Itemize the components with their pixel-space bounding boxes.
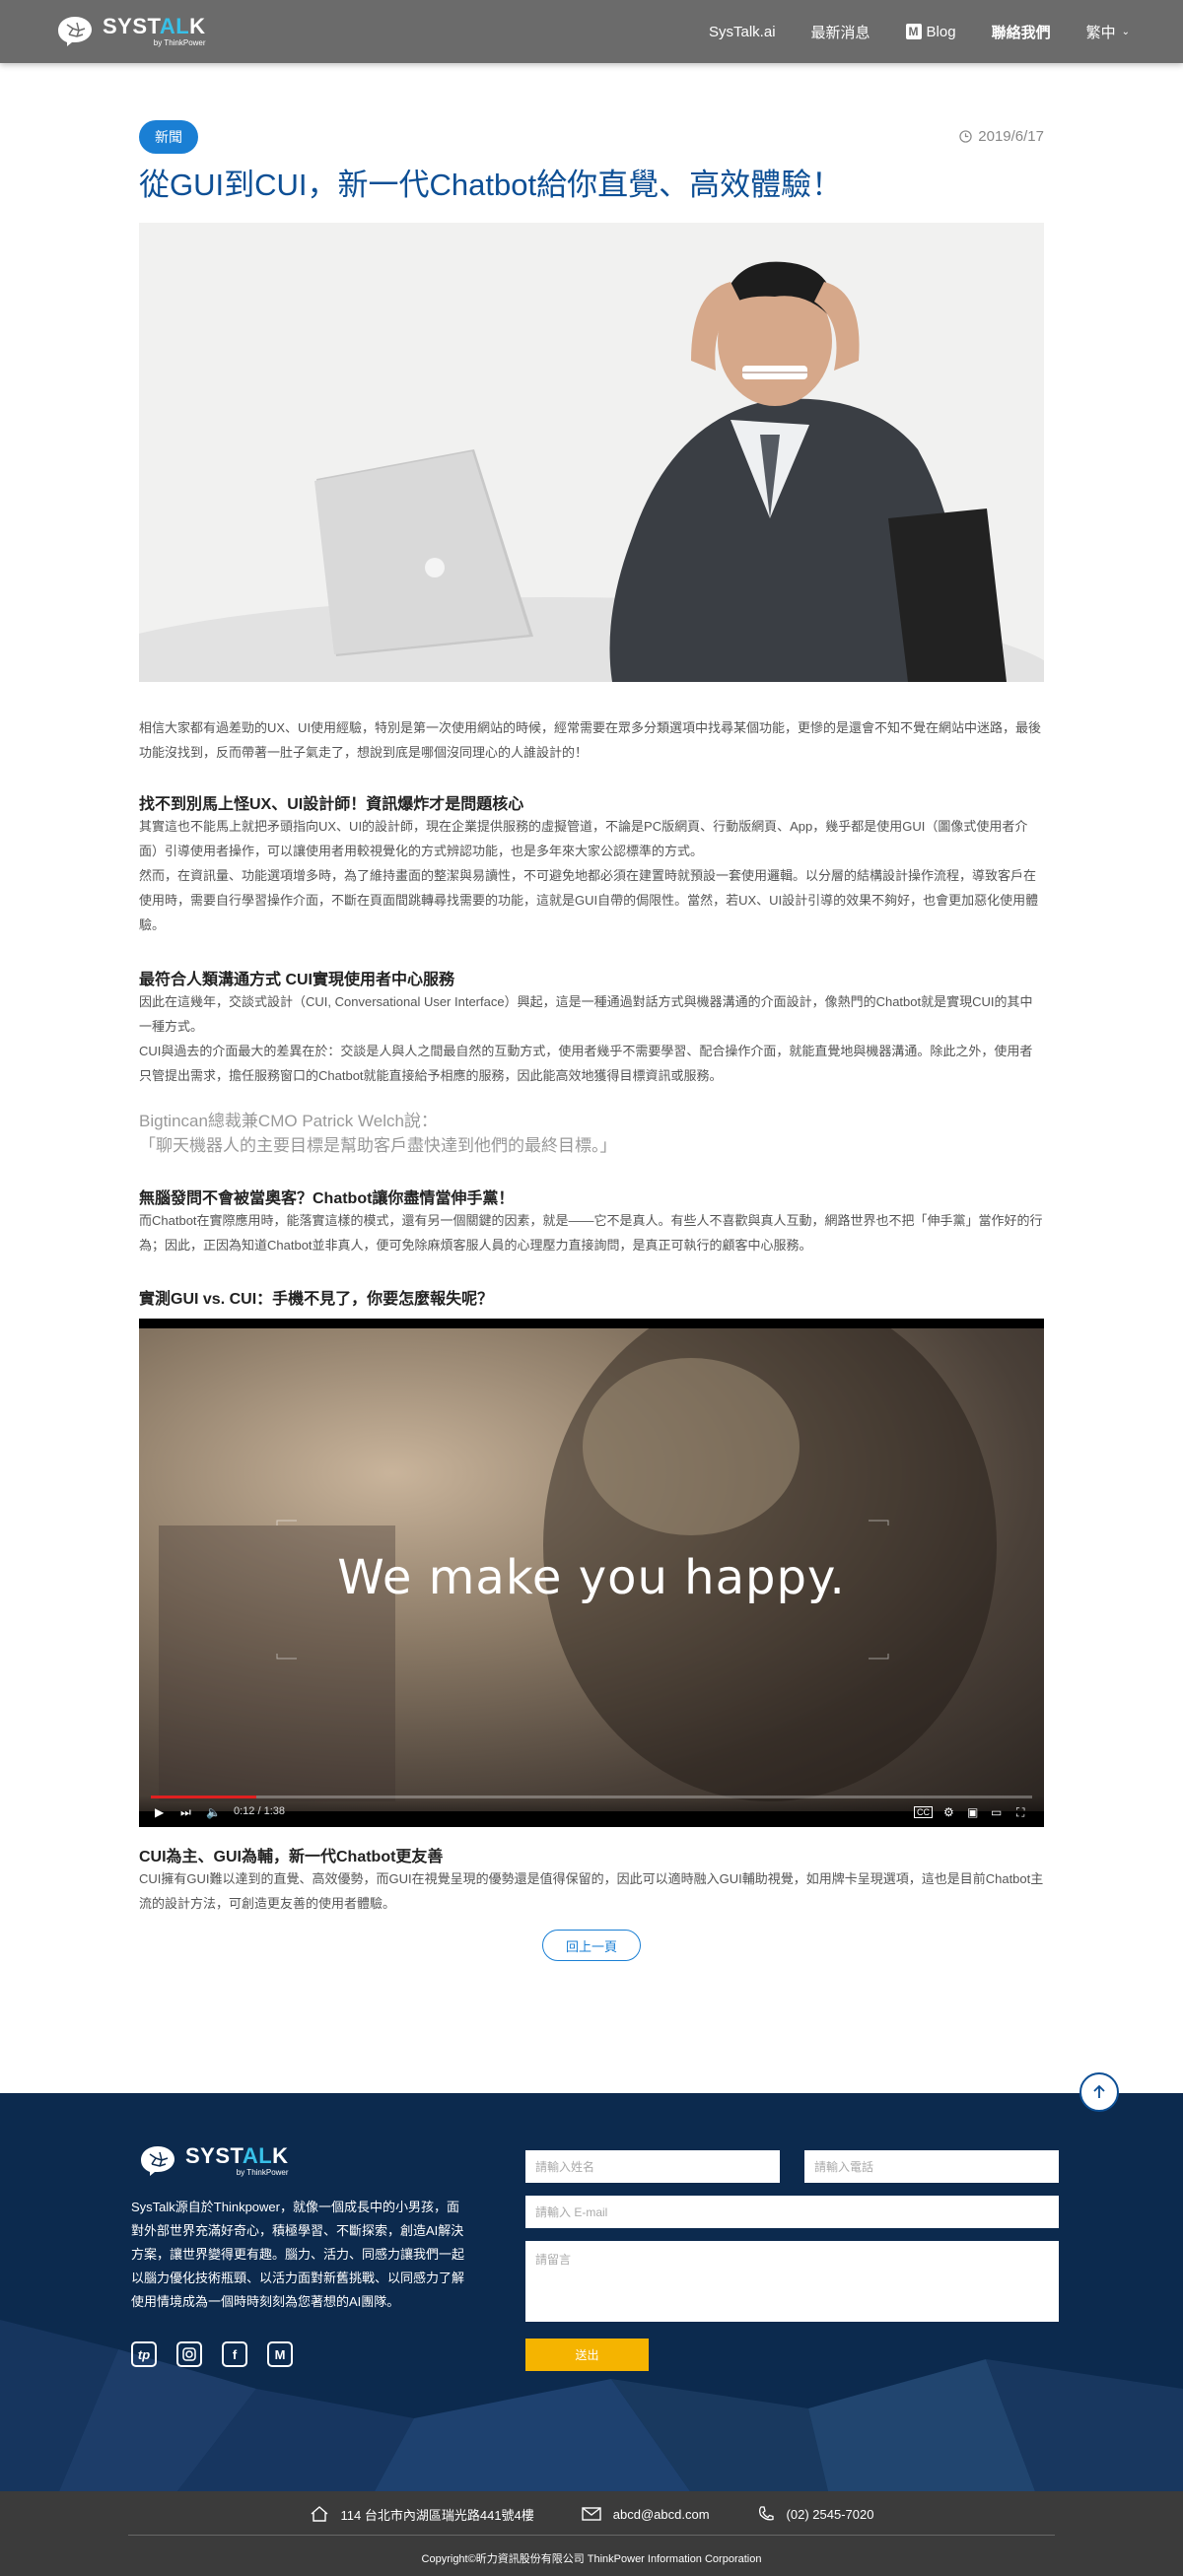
top-navbar: SYSTALK by ThinkPower SysTalk.ai 最新消息 MB…	[0, 0, 1183, 63]
section-body: 其實這也不能馬上就把矛頭指向UX、UI的設計師，現在企業提供服務的虛擬管道，不論…	[139, 814, 1044, 937]
submit-button[interactable]: 送出	[525, 2339, 649, 2371]
paragraph: CUI與過去的介面最大的差異在於：交談是人與人之間最自然的互動方式，使用者幾乎不…	[139, 1044, 1033, 1083]
chevron-down-icon: ⌄	[1121, 26, 1130, 37]
phone-icon	[758, 2506, 774, 2521]
hero-image	[139, 223, 1044, 683]
footer-bottom-bar: 114 台北市內湖區瑞光路441號4樓 abcd@abcd.com (02) 2…	[0, 2491, 1183, 2576]
nav-systalk-ai[interactable]: SysTalk.ai	[709, 24, 776, 40]
post-date: 2019/6/17	[959, 128, 1044, 145]
section-body: 因此在這幾年，交談式設計（CUI, Conversational User In…	[139, 989, 1044, 1088]
video-time: 0:12 / 1:38	[234, 1805, 285, 1817]
section-heading: 無腦發問不會被當奧客？Chatbot讓你盡情當伸手黨！	[139, 1190, 515, 1207]
email-field[interactable]	[525, 2196, 1059, 2228]
logo-wordmark: SYSTALK	[185, 2143, 289, 2168]
address-text: 114 台北市內湖區瑞光路441號4樓	[340, 2507, 534, 2523]
main-nav: SysTalk.ai 最新消息 M Blog 聯絡我們 繁中 ⌄	[673, 0, 1130, 63]
paragraph: 其實這也不能馬上就把矛頭指向UX、UI的設計師，現在企業提供服務的虛擬管道，不論…	[139, 819, 1028, 858]
home-icon	[311, 2506, 327, 2522]
quote-author: Bigtincan總裁兼CMO Patrick Welch說：	[139, 1112, 438, 1130]
volume-icon[interactable]: 🔈	[206, 1805, 221, 1819]
message-field[interactable]	[525, 2241, 1059, 2322]
name-field[interactable]	[525, 2150, 780, 2183]
footer: SYSTALK by ThinkPower SysTalk源自於Thinkpow…	[0, 2093, 1183, 2491]
facebook-icon[interactable]: f	[222, 2341, 247, 2367]
clock-icon	[959, 130, 972, 143]
video-caption: We make you happy.	[337, 1550, 846, 1605]
article-title: 從GUI到CUI，新一代Chatbot給你直覺、高效體驗！	[139, 168, 843, 202]
arrow-up-icon	[1093, 2084, 1105, 2098]
paragraph: 而Chatbot在實際應用時，能落實這樣的模式，還有另一個關鍵的因素，就是——它…	[139, 1213, 1043, 1253]
instagram-icon[interactable]	[176, 2341, 202, 2367]
fullscreen-icon[interactable]: ⛶	[1016, 1805, 1024, 1820]
nav-news[interactable]: 最新消息	[811, 22, 870, 42]
nav-blog[interactable]: M Blog	[905, 24, 956, 40]
logo-subtitle: by ThinkPower	[153, 38, 206, 47]
email-item[interactable]: abcd@abcd.com	[582, 2507, 710, 2522]
intro-paragraph: 相信大家都有過差勁的UX、UI使用經驗，特別是第一次使用網站的時候，經常需要在眾…	[139, 720, 1042, 760]
divider	[128, 2535, 1055, 2536]
paragraph: 然而，在資訊量、功能選項增多時，為了維持畫面的整潔與易讀性，不可避免地都必須在建…	[139, 868, 1039, 932]
logo-subtitle: by ThinkPower	[236, 2168, 289, 2177]
language-select[interactable]: 繁中 ⌄	[1086, 22, 1130, 42]
systalk-logo[interactable]: SYSTALK by ThinkPower	[55, 12, 206, 51]
settings-icon[interactable]: ⚙	[943, 1805, 954, 1819]
mail-icon	[582, 2507, 601, 2521]
nav-contact[interactable]: 聯絡我們	[992, 22, 1051, 42]
email-text: abcd@abcd.com	[612, 2506, 710, 2522]
medium-icon: M	[905, 24, 922, 39]
section-heading: 實測GUI vs. CUI：手機不見了，你要怎麼報失呢？	[139, 1291, 494, 1308]
phone-text: (02) 2545-7020	[786, 2506, 874, 2522]
logo-wordmark: SYSTALK	[103, 14, 206, 38]
next-icon[interactable]: ⏭	[180, 1805, 191, 1820]
tp-icon[interactable]: tp	[131, 2341, 157, 2367]
footer-logo[interactable]: SYSTALK by ThinkPower	[138, 2144, 289, 2178]
captions-icon[interactable]: CC	[914, 1806, 933, 1818]
contact-info: 114 台北市內湖區瑞光路441號4樓 abcd@abcd.com (02) 2…	[0, 2491, 1183, 2537]
back-button[interactable]: 回上一頁	[542, 1930, 641, 1961]
miniplayer-icon[interactable]: ▣	[967, 1805, 978, 1819]
quote-block: Bigtincan總裁兼CMO Patrick Welch說： 「聊天機器人的主…	[139, 1109, 1044, 1158]
social-links: tp f M	[131, 2341, 293, 2367]
theater-icon[interactable]: ▭	[991, 1805, 1002, 1819]
category-badge[interactable]: 新聞	[139, 120, 198, 154]
phone-field[interactable]	[804, 2150, 1059, 2183]
video-controls: ▶ ⏭ 🔈 0:12 / 1:38 CC ⚙ ▣ ▭ ⛶	[139, 1796, 1044, 1827]
scroll-to-top-button[interactable]	[1079, 2072, 1119, 2112]
paragraph: CUI擁有GUI難以達到的直覺、高效優勢，而GUI在視覺呈現的優勢還是值得保留的…	[139, 1871, 1044, 1911]
medium-icon[interactable]: M	[267, 2341, 293, 2367]
video-frame[interactable]: We make you happy.	[139, 1328, 1044, 1811]
video-progress-fill	[151, 1796, 257, 1798]
section-heading: 找不到別馬上怪UX、UI設計師！資訊爆炸才是問題核心	[139, 796, 524, 813]
phone-item[interactable]: (02) 2545-7020	[757, 2505, 874, 2523]
video-progress-bar[interactable]	[151, 1796, 1032, 1798]
video-player[interactable]: We make you happy. ▶ ⏭ 🔈 0:12 / 1:38 CC …	[139, 1319, 1044, 1827]
brain-icon	[58, 17, 92, 46]
quote-text: 「聊天機器人的主要目標是幫助客戶盡快達到他們的最終目標。」	[139, 1136, 617, 1155]
paragraph: 因此在這幾年，交談式設計（CUI, Conversational User In…	[139, 994, 1033, 1034]
copyright: Copyright©昕力資訊股份有限公司 ThinkPower Informat…	[421, 2553, 762, 2565]
brain-icon	[141, 2146, 174, 2176]
section-heading: CUI為主、GUI為輔，新一代Chatbot更友善	[139, 1849, 444, 1865]
play-icon[interactable]: ▶	[155, 1805, 164, 1819]
section-heading: 最符合人類溝通方式 CUI實現使用者中心服務	[139, 972, 455, 988]
article: 新聞 2019/6/17 從GUI到CUI，新一代Chatbot給你直覺、高效體…	[139, 120, 1044, 1961]
address-item: 114 台北市內湖區瑞光路441號4樓	[310, 2505, 534, 2524]
footer-about: SysTalk源自於Thinkpower，就像一個成長中的小男孩，面對外部世界充…	[131, 2200, 465, 2309]
